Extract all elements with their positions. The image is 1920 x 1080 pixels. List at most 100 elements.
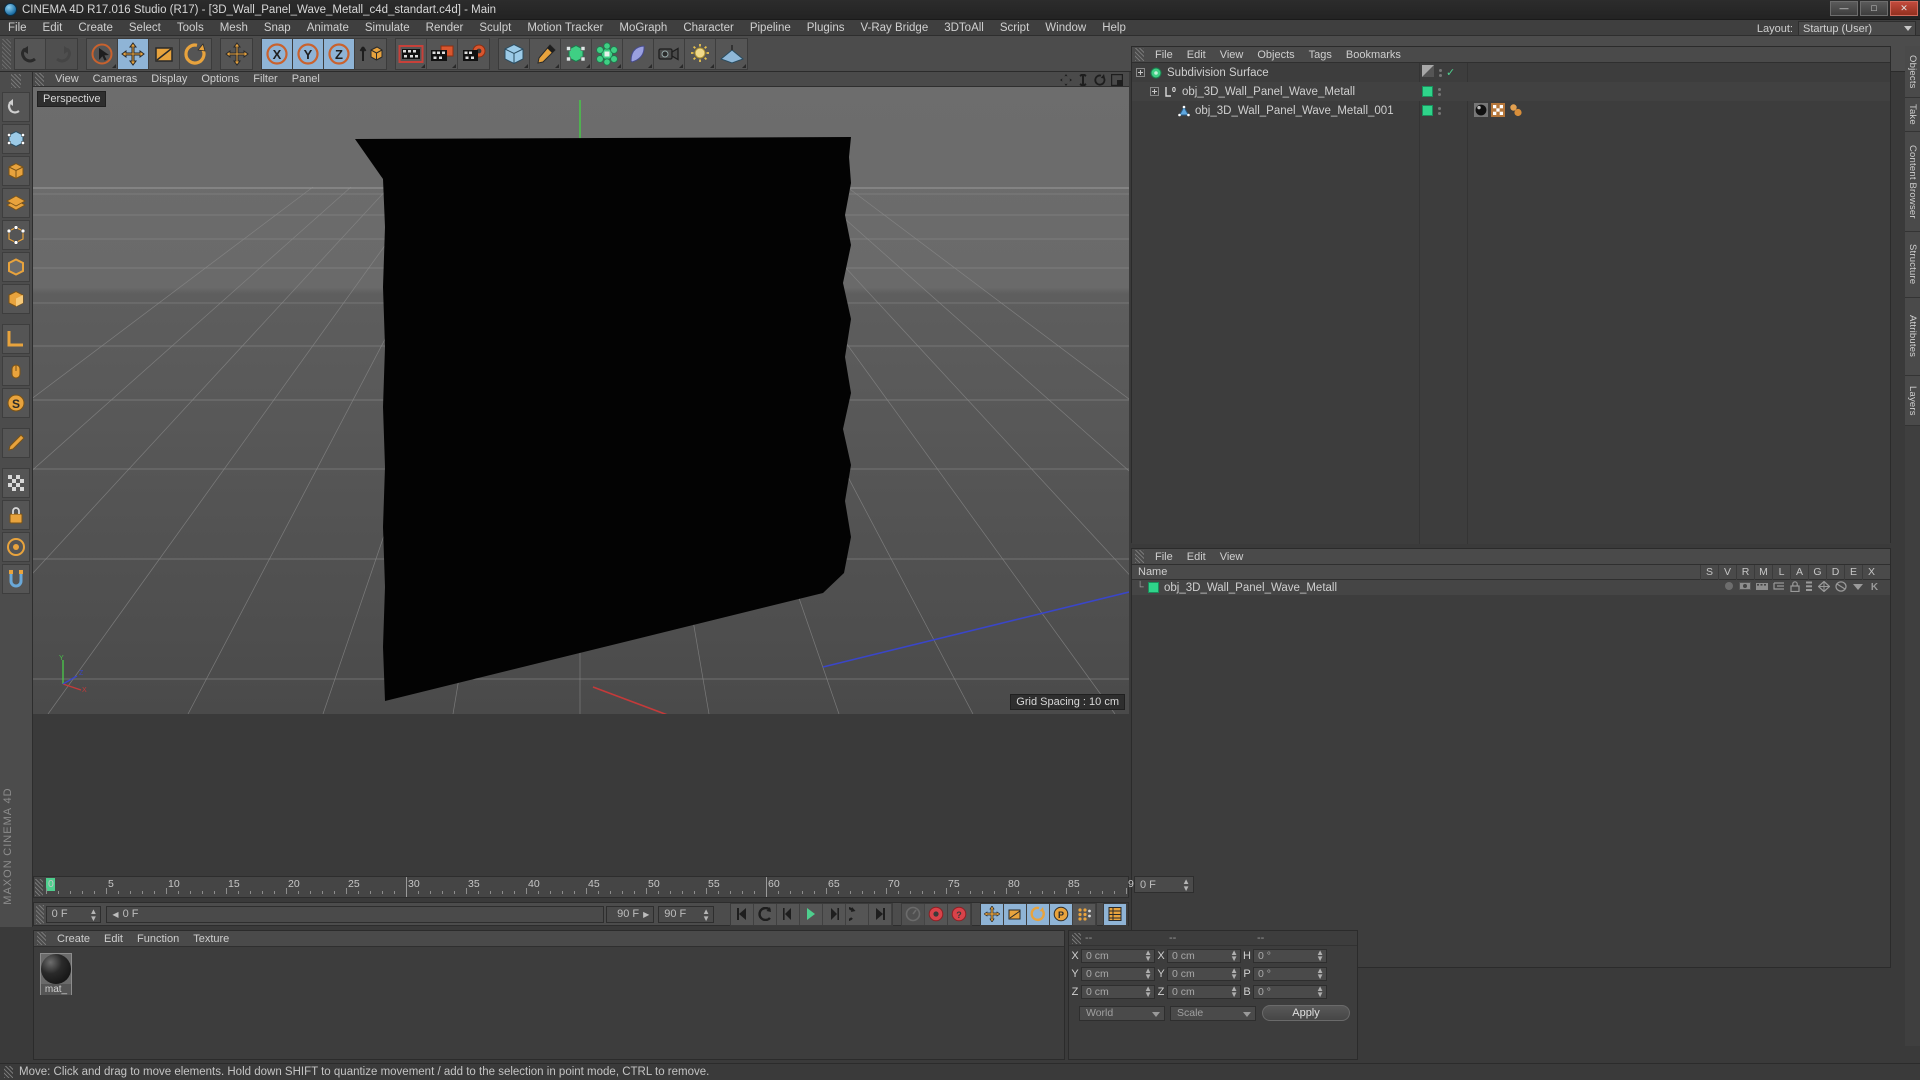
left-toolbar-grip[interactable]: [11, 74, 21, 88]
uvw-tag-icon[interactable]: [1491, 103, 1505, 120]
layer-view-icon[interactable]: [1739, 581, 1751, 594]
end-frame-field[interactable]: 90 F ▲ ▼: [658, 905, 715, 923]
layer-lock-icon[interactable]: [1790, 580, 1800, 595]
key-rotation-button[interactable]: [1027, 903, 1051, 925]
add-light-button[interactable]: [685, 38, 716, 69]
phong-tag-icon[interactable]: [1508, 103, 1524, 120]
menu-item-motion-tracker[interactable]: Motion Tracker: [519, 20, 611, 36]
menu-item-tools[interactable]: Tools: [169, 20, 212, 36]
material-menu-function[interactable]: Function: [130, 931, 186, 947]
menu-item-simulate[interactable]: Simulate: [357, 20, 418, 36]
spinner-icon[interactable]: ▲ ▼: [1316, 985, 1324, 999]
transform-mode-select[interactable]: Scale: [1170, 1005, 1256, 1021]
right-tab-take[interactable]: Take: [1905, 98, 1920, 132]
live-selection-tool[interactable]: [87, 38, 118, 69]
spinner-icon[interactable]: ▲ ▼: [1144, 967, 1152, 981]
model-mode-button[interactable]: [2, 156, 30, 186]
spinner-icon[interactable]: ▲ ▼: [702, 907, 710, 922]
go-to-end-button[interactable]: [869, 903, 893, 925]
status-bar-grip[interactable]: [4, 1066, 13, 1078]
render-to-picture-viewer-button[interactable]: [427, 38, 458, 69]
axis-modify-button[interactable]: [2, 324, 30, 354]
layer-column-a[interactable]: A: [1790, 565, 1808, 580]
key-parameter-button[interactable]: P: [1050, 903, 1074, 925]
menu-item-script[interactable]: Script: [992, 20, 1037, 36]
layer-column-s[interactable]: S: [1700, 565, 1718, 580]
texture-mode-button[interactable]: [2, 188, 30, 218]
texture-tile-button[interactable]: [2, 468, 30, 498]
object-row[interactable]: Subdivision Surface ✓: [1132, 63, 1890, 82]
object-row[interactable]: obj_3D_Wall_Panel_Wave_Metall_001: [1132, 101, 1890, 120]
soft-selection-button[interactable]: S: [2, 388, 30, 418]
viewport-canvas[interactable]: Perspective Grid Spacing : 10 cm Y X Z: [33, 87, 1129, 714]
object-manager-menu-view[interactable]: View: [1213, 47, 1251, 63]
viewport-solo-button[interactable]: [2, 532, 30, 562]
layer-manager-menu-view[interactable]: View: [1213, 549, 1251, 565]
minimize-button[interactable]: —: [1830, 1, 1858, 16]
record-keyframe-button[interactable]: [925, 903, 949, 925]
render-view-button[interactable]: [396, 38, 427, 69]
menu-item-animate[interactable]: Animate: [299, 20, 357, 36]
layer-solo-icon[interactable]: [1724, 581, 1734, 594]
menu-item-character[interactable]: Character: [675, 20, 742, 36]
menu-item-snap[interactable]: Snap: [256, 20, 299, 36]
add-field-button[interactable]: [623, 38, 654, 69]
layer-manager-icon[interactable]: [1773, 581, 1785, 594]
redo-button[interactable]: [46, 38, 77, 69]
add-floor-button[interactable]: [716, 38, 747, 69]
menu-item-create[interactable]: Create: [70, 20, 121, 36]
layer-column-x[interactable]: X: [1862, 565, 1880, 580]
object-visibility-dots[interactable]: [1439, 68, 1442, 77]
menu-item-select[interactable]: Select: [121, 20, 169, 36]
viewport-menu-panel[interactable]: Panel: [285, 72, 327, 87]
timeline-grip[interactable]: [35, 879, 43, 896]
material-menu-create[interactable]: Create: [50, 931, 97, 947]
material-menu-texture[interactable]: Texture: [186, 931, 236, 947]
menu-item-help[interactable]: Help: [1094, 20, 1134, 36]
menu-item-mograph[interactable]: MoGraph: [611, 20, 675, 36]
rotation-b-input[interactable]: 0 ° ▲ ▼: [1253, 985, 1327, 999]
key-point-level-button[interactable]: [1073, 903, 1097, 925]
menu-item-v-ray-bridge[interactable]: V-Ray Bridge: [852, 20, 936, 36]
undo-button[interactable]: [15, 38, 46, 69]
point-mode-button[interactable]: [2, 220, 30, 250]
menu-item-plugins[interactable]: Plugins: [799, 20, 853, 36]
layer-column-e[interactable]: E: [1844, 565, 1862, 580]
spinner-icon[interactable]: ▲ ▼: [1144, 949, 1152, 963]
menu-item-edit[interactable]: Edit: [35, 20, 71, 36]
right-tab-objects[interactable]: Objects: [1905, 46, 1920, 98]
object-manager-menu-tags[interactable]: Tags: [1302, 47, 1339, 63]
layer-render-icon[interactable]: [1756, 581, 1768, 594]
spinner-icon[interactable]: ▲ ▼: [1316, 967, 1324, 981]
workplane-button[interactable]: [2, 428, 30, 458]
spinner-icon[interactable]: ▲ ▼: [1230, 985, 1238, 999]
object-enable-chip[interactable]: [1422, 86, 1433, 97]
layer-rows[interactable]: └ obj_3D_Wall_Panel_Wave_Metall K: [1132, 580, 1890, 595]
move-tool[interactable]: [118, 38, 149, 69]
layer-color-swatch[interactable]: [1148, 582, 1159, 593]
layout-select[interactable]: Startup (User): [1798, 21, 1916, 36]
position-y-input[interactable]: 0 cm ▲ ▼: [1081, 967, 1155, 981]
play-backwards-button[interactable]: [777, 903, 801, 925]
menu-item-render[interactable]: Render: [418, 20, 472, 36]
material-manager-grip[interactable]: [37, 932, 46, 945]
object-manager-menu-bookmarks[interactable]: Bookmarks: [1339, 47, 1408, 63]
menu-item-3dtoall[interactable]: 3DToAll: [936, 20, 992, 36]
transport-grip[interactable]: [36, 904, 44, 924]
previous-key-button[interactable]: [754, 903, 778, 925]
object-row[interactable]: 0 obj_3D_Wall_Panel_Wave_Metall: [1132, 82, 1890, 101]
right-tab-attributes[interactable]: Attributes: [1905, 298, 1920, 376]
object-checker-chip[interactable]: [1422, 65, 1434, 80]
autokeying-button[interactable]: ?: [948, 903, 972, 925]
z-axis-lock-button[interactable]: Z: [324, 38, 355, 69]
lock-axis-button[interactable]: [2, 500, 30, 530]
coordinate-system-select[interactable]: World: [1079, 1005, 1165, 1021]
polygon-mode-button[interactable]: [2, 284, 30, 314]
spinner-icon[interactable]: ▲ ▼: [1230, 967, 1238, 981]
rotate-tool[interactable]: [180, 38, 211, 69]
layer-column-m[interactable]: M: [1754, 565, 1772, 580]
object-enabled-check-icon[interactable]: ✓: [1446, 66, 1455, 79]
layer-manager-menu-file[interactable]: File: [1148, 549, 1180, 565]
viewport-menu-cameras[interactable]: Cameras: [86, 72, 145, 87]
coordinates-grip[interactable]: [1072, 932, 1081, 944]
